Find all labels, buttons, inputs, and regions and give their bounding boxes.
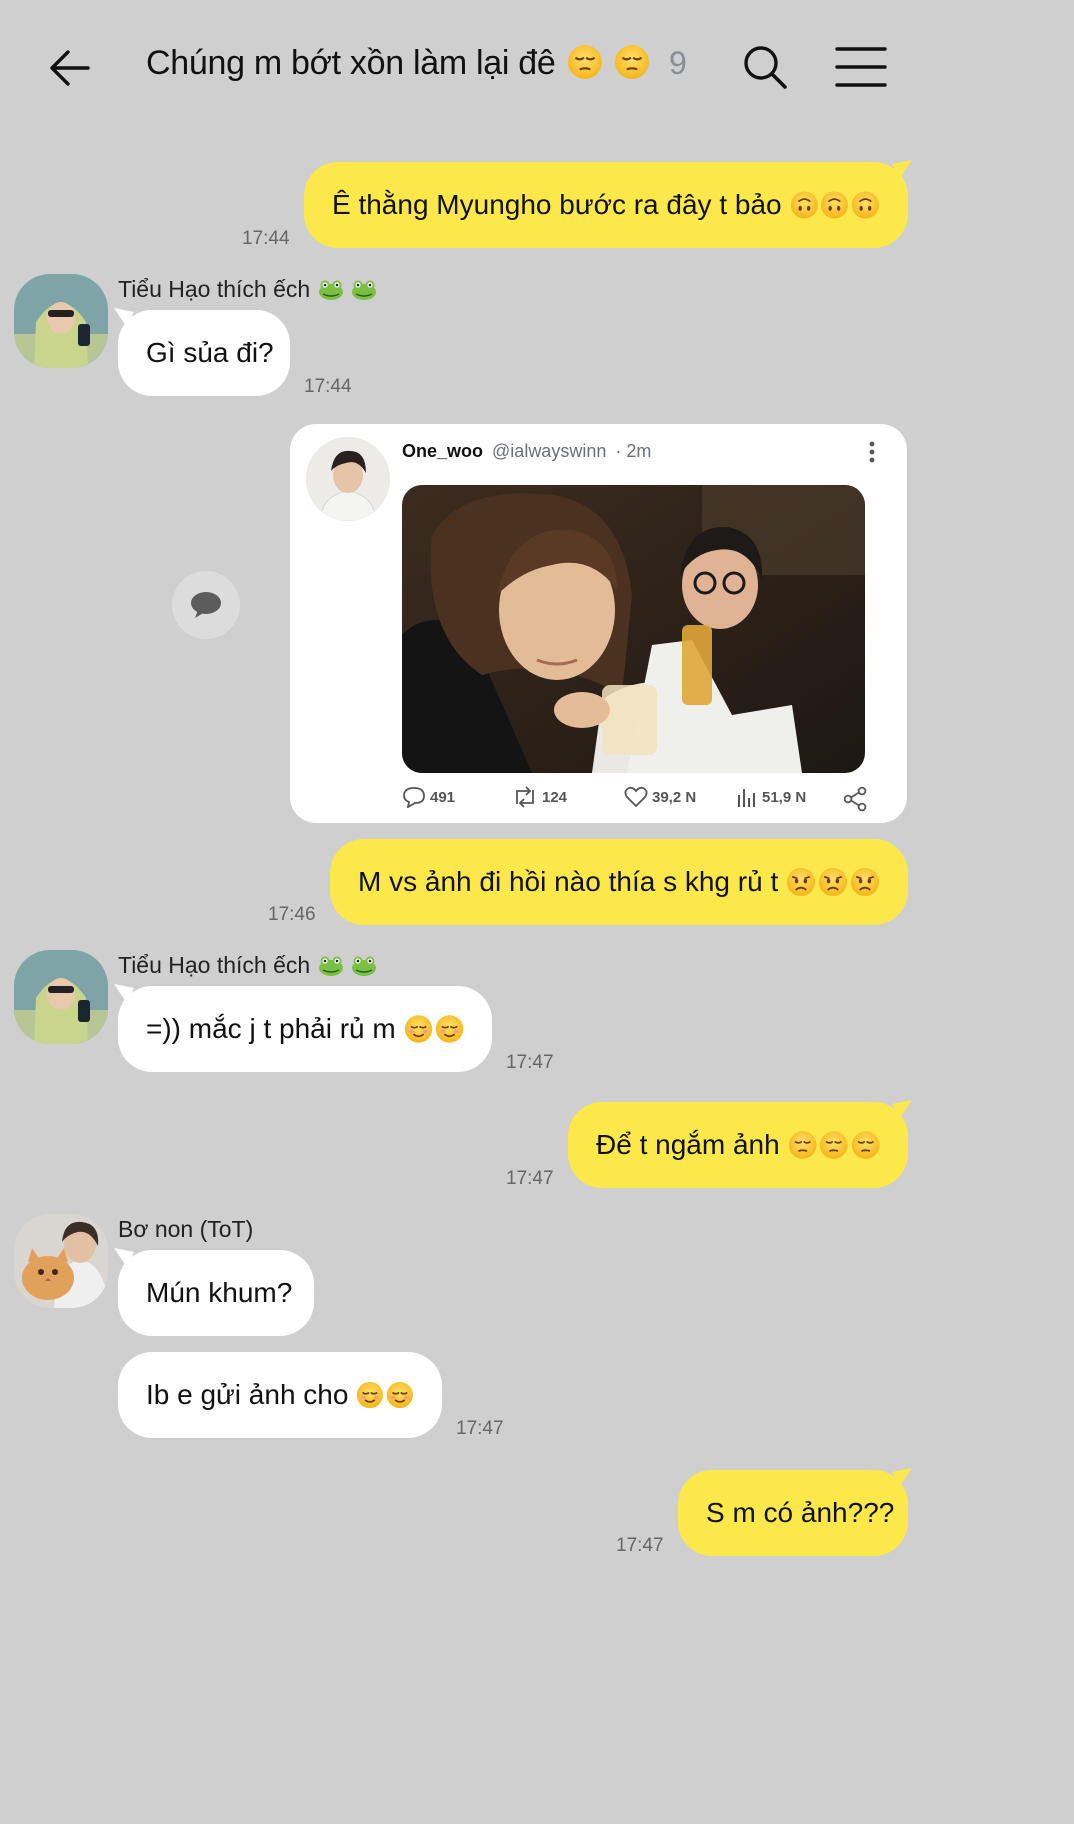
worried-face-icon xyxy=(850,867,880,897)
bubble-tail xyxy=(114,308,134,326)
message-time: 17:44 xyxy=(304,376,352,397)
post-author-avatar[interactable] xyxy=(306,437,390,521)
my-message-bubble[interactable]: S m có ảnh??? xyxy=(678,1470,908,1556)
worried-face-icon xyxy=(786,867,817,897)
message-time: 17:47 xyxy=(616,1535,664,1556)
member-count: 9 xyxy=(668,45,687,81)
other-message-bubble[interactable]: Gì sủa đi? xyxy=(118,310,290,396)
message-time: 17:47 xyxy=(506,1052,554,1073)
share-button[interactable] xyxy=(842,786,868,812)
avatar-image xyxy=(14,950,108,1044)
like-stat[interactable]: 39,2 N xyxy=(624,786,696,808)
views-count: 51,9 N xyxy=(762,788,807,806)
post-author-name[interactable]: One_woo xyxy=(402,441,483,461)
search-icon xyxy=(744,46,787,89)
shared-post-card[interactable]: One_woo @ialwayswinn · 2m 491 124 39,2 N… xyxy=(290,424,907,823)
bubble-tail xyxy=(114,984,134,1002)
heart-icon xyxy=(624,786,648,808)
pensive-face-icon xyxy=(787,1130,818,1160)
more-vertical-icon xyxy=(869,441,875,463)
chat-title: Chúng m bớt xồn làm lại đê 9 xyxy=(146,44,687,83)
menu-button[interactable] xyxy=(834,44,888,90)
worried-face-icon xyxy=(818,867,849,897)
like-count: 39,2 N xyxy=(652,788,697,806)
post-age: · 2m xyxy=(615,441,652,461)
pensive-face-icon xyxy=(819,1130,849,1160)
post-header: One_woo @ialwayswinn · 2m xyxy=(402,441,651,462)
my-message-bubble[interactable]: Ê thằng Myungho bước ra đây t bảo xyxy=(304,162,908,248)
upside-down-face-icon xyxy=(820,190,850,220)
message-time: 17:47 xyxy=(506,1168,554,1189)
post-photo-image xyxy=(402,485,865,773)
sender-name: Tiểu Hạo thích ếch xyxy=(118,276,377,303)
chat-header: Chúng m bớt xồn làm lại đê 9 xyxy=(0,0,923,135)
reply-stat[interactable]: 491 xyxy=(402,786,455,808)
pensive-face-icon xyxy=(613,44,650,80)
other-message-bubble[interactable]: Mún khum? xyxy=(118,1250,314,1336)
back-button[interactable] xyxy=(44,42,96,94)
sender-name-text: Tiểu Hạo thích ếch xyxy=(118,276,311,302)
search-button[interactable] xyxy=(740,42,790,92)
my-message-bubble[interactable]: Để t ngắm ảnh xyxy=(568,1102,908,1188)
avatar-image xyxy=(14,274,108,368)
relieved-face-icon xyxy=(403,1014,433,1044)
avatar[interactable] xyxy=(14,274,108,368)
upside-down-face-icon xyxy=(789,190,819,220)
sender-name: Tiểu Hạo thích ếch xyxy=(118,952,377,979)
frog-face-icon xyxy=(351,279,377,301)
post-more-button[interactable] xyxy=(862,438,882,466)
comment-button[interactable] xyxy=(172,571,240,639)
frog-face-icon xyxy=(317,279,344,301)
share-icon xyxy=(843,786,867,812)
bubble-tail xyxy=(114,1248,134,1266)
sender-name-text: Tiểu Hạo thích ếch xyxy=(118,952,311,978)
post-photo[interactable] xyxy=(402,485,865,773)
sender-name-text: Bơ non (ToT) xyxy=(118,1216,254,1242)
views-stat[interactable]: 51,9 N xyxy=(736,786,806,808)
frog-face-icon xyxy=(351,955,377,977)
menu-icon xyxy=(835,47,887,87)
post-author-handle[interactable]: @ialwayswinn xyxy=(492,441,606,461)
other-message-bubble[interactable]: Ib e gửi ảnh cho xyxy=(118,1352,442,1438)
avatar[interactable] xyxy=(14,1214,108,1308)
retweet-count: 124 xyxy=(542,788,568,806)
message-time: 17:44 xyxy=(242,228,290,249)
retweet-stat[interactable]: 124 xyxy=(512,786,567,808)
bubble-tail xyxy=(892,160,912,178)
message-time: 17:46 xyxy=(268,904,316,925)
bubble-tail xyxy=(892,1100,912,1118)
relieved-face-icon xyxy=(434,1014,464,1044)
message-time: 17:47 xyxy=(456,1418,504,1439)
back-arrow-icon xyxy=(50,50,90,86)
retweet-icon xyxy=(516,786,534,808)
message-text: Ê thằng Myungho bước ra đây t bảo xyxy=(332,189,782,220)
upside-down-face-icon xyxy=(851,190,880,220)
post-author-avatar-image xyxy=(306,437,390,521)
message-text: =)) mắc j t phải rủ m xyxy=(146,1013,396,1044)
message-text: Gì sủa đi? xyxy=(146,337,274,368)
post-stats: 491 124 39,2 N 51,9 N xyxy=(402,786,872,814)
reply-icon xyxy=(403,787,425,808)
speech-bubble-icon xyxy=(191,592,221,618)
pensive-face-icon xyxy=(566,44,603,80)
avatar[interactable] xyxy=(14,950,108,1044)
avatar-image xyxy=(14,1214,108,1308)
pensive-face-icon xyxy=(850,1130,880,1160)
reply-count: 491 xyxy=(430,788,456,806)
analytics-icon xyxy=(738,789,755,807)
message-text: Ib e gửi ảnh cho xyxy=(146,1379,349,1410)
other-message-bubble[interactable]: =)) mắc j t phải rủ m xyxy=(118,986,492,1072)
frog-face-icon xyxy=(317,955,344,977)
message-text: Để t ngắm ảnh xyxy=(596,1129,780,1160)
message-text: S m có ảnh??? xyxy=(706,1497,895,1528)
relieved-face-icon xyxy=(356,1381,385,1409)
my-message-bubble[interactable]: M vs ảnh đi hồi nào thía s khg rủ t xyxy=(330,839,908,925)
bubble-tail xyxy=(892,1468,912,1486)
chat-title-text: Chúng m bớt xồn làm lại đê xyxy=(146,44,556,82)
relieved-face-icon xyxy=(386,1381,414,1409)
message-text: M vs ảnh đi hồi nào thía s khg rủ t xyxy=(358,866,779,897)
sender-name: Bơ non (ToT) xyxy=(118,1216,253,1243)
message-text: Mún khum? xyxy=(146,1277,293,1308)
